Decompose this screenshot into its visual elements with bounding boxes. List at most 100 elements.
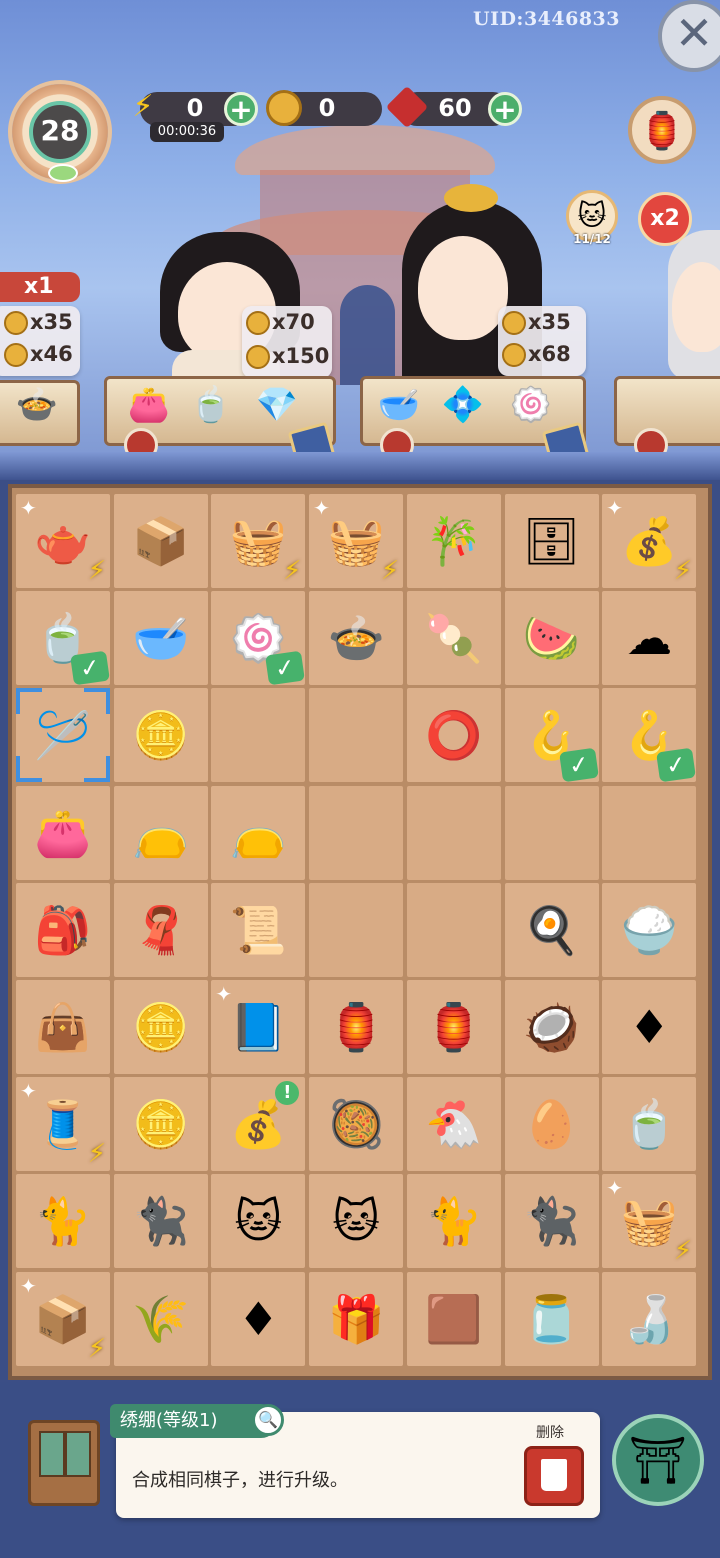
board-cell-orange-cat[interactable]: 🐱 bbox=[309, 1174, 404, 1269]
board-cell-empty[interactable] bbox=[504, 785, 599, 880]
board-cell-cotton-bowl[interactable]: 🥥 bbox=[504, 980, 599, 1074]
board-cell-tuxedo-cat[interactable]: 🐈‍⬛ bbox=[504, 1174, 599, 1269]
board-cell-jade-pendant[interactable]: 🪝 ✓ bbox=[602, 688, 697, 783]
board-cell-red-box[interactable]: 🟫 bbox=[406, 1271, 501, 1366]
board-cell-jade-ring[interactable]: ⭕ bbox=[406, 688, 501, 783]
lantern-icon: 🏮 bbox=[327, 1000, 385, 1054]
board-cell-tea-brazier[interactable]: 🍵 bbox=[602, 1077, 697, 1172]
checkmark-icon: ✓ bbox=[558, 748, 599, 783]
board-cell-orange-calico-kitten[interactable]: 🐱 bbox=[211, 1174, 306, 1269]
board-cell-ruby-gems[interactable]: ♦ bbox=[602, 980, 697, 1074]
board-cell-red-lantern[interactable]: 🏮 bbox=[406, 980, 501, 1074]
bun-basket-icon: 🧺 bbox=[327, 514, 385, 568]
board-cell-ornate-purse[interactable]: 👜 bbox=[16, 980, 110, 1074]
gift-box-icon: 🎁 bbox=[327, 1291, 385, 1346]
board-cell-empty[interactable] bbox=[309, 688, 404, 783]
board-cell-silk-purse[interactable]: 👛 bbox=[16, 785, 110, 880]
uid-label: UID:3446833 bbox=[473, 8, 620, 30]
board-cell-empty[interactable] bbox=[602, 785, 697, 880]
board-cell-treasure-chest[interactable]: 💰 ⚡ ✦ bbox=[602, 494, 697, 588]
checkmark-icon: ✓ bbox=[70, 650, 110, 686]
lightning-icon: ⚡ bbox=[673, 1236, 693, 1267]
shop-button[interactable]: 🏮 bbox=[628, 96, 696, 164]
board-cell-coin[interactable]: 🪙 bbox=[113, 688, 208, 783]
board-cell-empty[interactable] bbox=[211, 688, 306, 783]
board-cell-bun-basket[interactable]: 🧺 ⚡ ✦ bbox=[309, 494, 404, 588]
board-cell-black-cat[interactable]: 🐈‍⬛ bbox=[113, 1174, 208, 1269]
delete-button[interactable] bbox=[524, 1446, 584, 1506]
board-cell-egg-nest[interactable]: 🥚 bbox=[504, 1077, 599, 1172]
egg-soup-order-icon: 🍵 bbox=[189, 385, 233, 425]
board-cell-empty[interactable] bbox=[309, 785, 404, 880]
board-cell-fruit-basket[interactable]: 🧺 ⚡ bbox=[211, 494, 306, 588]
board-cell-gift-box[interactable]: 🎁 bbox=[309, 1271, 404, 1366]
board-cell-coin-pouch[interactable]: 💰! bbox=[211, 1077, 306, 1172]
board-cell-fried-egg[interactable]: 🍳 bbox=[504, 882, 599, 977]
coin-icon: 🪙 bbox=[132, 708, 190, 763]
board-cell-gourd-bottle[interactable]: 🍶 bbox=[602, 1271, 697, 1366]
board-cell-sachet[interactable]: 👝 bbox=[113, 785, 208, 880]
lightning-icon: ⚡ bbox=[283, 556, 302, 586]
board-cell-wooden-chest[interactable]: 🗄 bbox=[504, 494, 599, 588]
board-cell-empty[interactable] bbox=[406, 882, 501, 977]
board-cell-bamboo[interactable]: 🎋 bbox=[406, 494, 501, 588]
board-cell-tea-box[interactable]: 📦 bbox=[113, 494, 208, 588]
board-cell-cat-basket[interactable]: 🧺 ⚡ ✦ bbox=[602, 1174, 697, 1269]
board-cell-embroidery-hoop[interactable]: 🪡 bbox=[16, 688, 110, 783]
search-icon[interactable]: 🔍 bbox=[252, 1404, 284, 1436]
player-level-badge[interactable]: 28 bbox=[12, 84, 108, 182]
cat-basket-icon: 🧺 bbox=[620, 1194, 678, 1249]
rice-ball-icon: 🍡 bbox=[425, 611, 483, 666]
board-cell-tassel-pouch[interactable]: 🎒 bbox=[16, 882, 110, 977]
pea-soup-icon: 🥣 bbox=[132, 611, 190, 666]
wooden-chest-icon: 🗄 bbox=[522, 514, 581, 568]
lightning-icon: ⚡ bbox=[380, 556, 400, 586]
sparkle-icon: ✦ bbox=[20, 1273, 37, 1298]
board-cell-empty[interactable] bbox=[309, 882, 404, 977]
board-cell-sweet-soup[interactable]: 🍲 bbox=[309, 591, 404, 686]
board-cell-tabby-cat[interactable]: 🐈 bbox=[406, 1174, 501, 1269]
board-cell-folded-silk[interactable]: 🧣 bbox=[113, 882, 208, 977]
silk-loom-icon: 🧵 bbox=[34, 1097, 92, 1152]
sparkle-icon: ✦ bbox=[606, 1176, 623, 1201]
board-cell-coin-pair[interactable]: 🪙 bbox=[113, 980, 208, 1074]
board-cell-silk-loom[interactable]: 🧵 ⚡ ✦ bbox=[16, 1077, 110, 1172]
board-cell-calico-cat[interactable]: 🐈 bbox=[16, 1174, 110, 1269]
lightning-icon: ⚡ bbox=[87, 1333, 106, 1364]
tuxedo-cat-icon: 🐈‍⬛ bbox=[522, 1194, 581, 1249]
close-button[interactable]: ✕ bbox=[658, 0, 720, 72]
board-cell-jade-pendant[interactable]: 🪝 ✓ bbox=[504, 688, 599, 783]
board-cell-watermelon[interactable]: 🍉 bbox=[504, 591, 599, 686]
board-cell-pea-soup[interactable]: 🥣 bbox=[113, 591, 208, 686]
selection-corner bbox=[84, 688, 110, 715]
board-cell-empty[interactable] bbox=[406, 785, 501, 880]
board-cell-silk-roll[interactable]: 📜 bbox=[211, 882, 306, 977]
board-cell-wheat-bundle[interactable]: 🌾 bbox=[113, 1271, 208, 1366]
board-cell-hen[interactable]: 🐔 bbox=[406, 1077, 501, 1172]
board-cell-egg-fried-rice[interactable]: 🥘 bbox=[309, 1077, 404, 1172]
jewel-order-icon: 💠 bbox=[441, 385, 485, 425]
calico-cat-icon: 🐈 bbox=[34, 1194, 92, 1249]
board-cell-cloud-ornament[interactable]: ☁ bbox=[602, 591, 697, 686]
jewel-order-icon: 💎 bbox=[255, 385, 299, 425]
board-cell-teapot[interactable]: 🫖 ⚡ ✦ bbox=[16, 494, 110, 588]
board-cell-lantern[interactable]: 🏮 bbox=[309, 980, 404, 1074]
board-cell-book-box[interactable]: 📘 ✦ bbox=[211, 980, 306, 1074]
board-cell-herb-jar[interactable]: 🫙 bbox=[504, 1271, 599, 1366]
orange-cat-icon: 🐱 bbox=[332, 1194, 381, 1249]
add-energy-button[interactable]: + bbox=[224, 92, 258, 126]
board-cell-scroll-crate[interactable]: 📦 ⚡ ✦ bbox=[16, 1271, 110, 1366]
board-cell-egg-soup[interactable]: 🍵 ✓ bbox=[16, 591, 110, 686]
board-cell-sachet-small[interactable]: 👝 bbox=[211, 785, 306, 880]
fried-egg-icon: 🍳 bbox=[522, 902, 581, 957]
board-cell-coin-stack[interactable]: 🪙 bbox=[113, 1077, 208, 1172]
orange-calico-kitten-icon: 🐱 bbox=[234, 1194, 283, 1249]
board-cell-fried-rice[interactable]: 🍚 bbox=[602, 882, 697, 977]
lightning-icon: ⚡ bbox=[87, 1139, 106, 1170]
add-gems-button[interactable]: + bbox=[488, 92, 522, 126]
storage-cabinet-button[interactable] bbox=[28, 1420, 100, 1506]
board-cell-ruby-pile[interactable]: ♦ bbox=[211, 1271, 306, 1366]
board-cell-peach-buns[interactable]: 🍥 ✓ bbox=[211, 591, 306, 686]
pavilion-icon[interactable]: ⛩ bbox=[612, 1414, 704, 1506]
board-cell-rice-ball[interactable]: 🍡 bbox=[406, 591, 501, 686]
